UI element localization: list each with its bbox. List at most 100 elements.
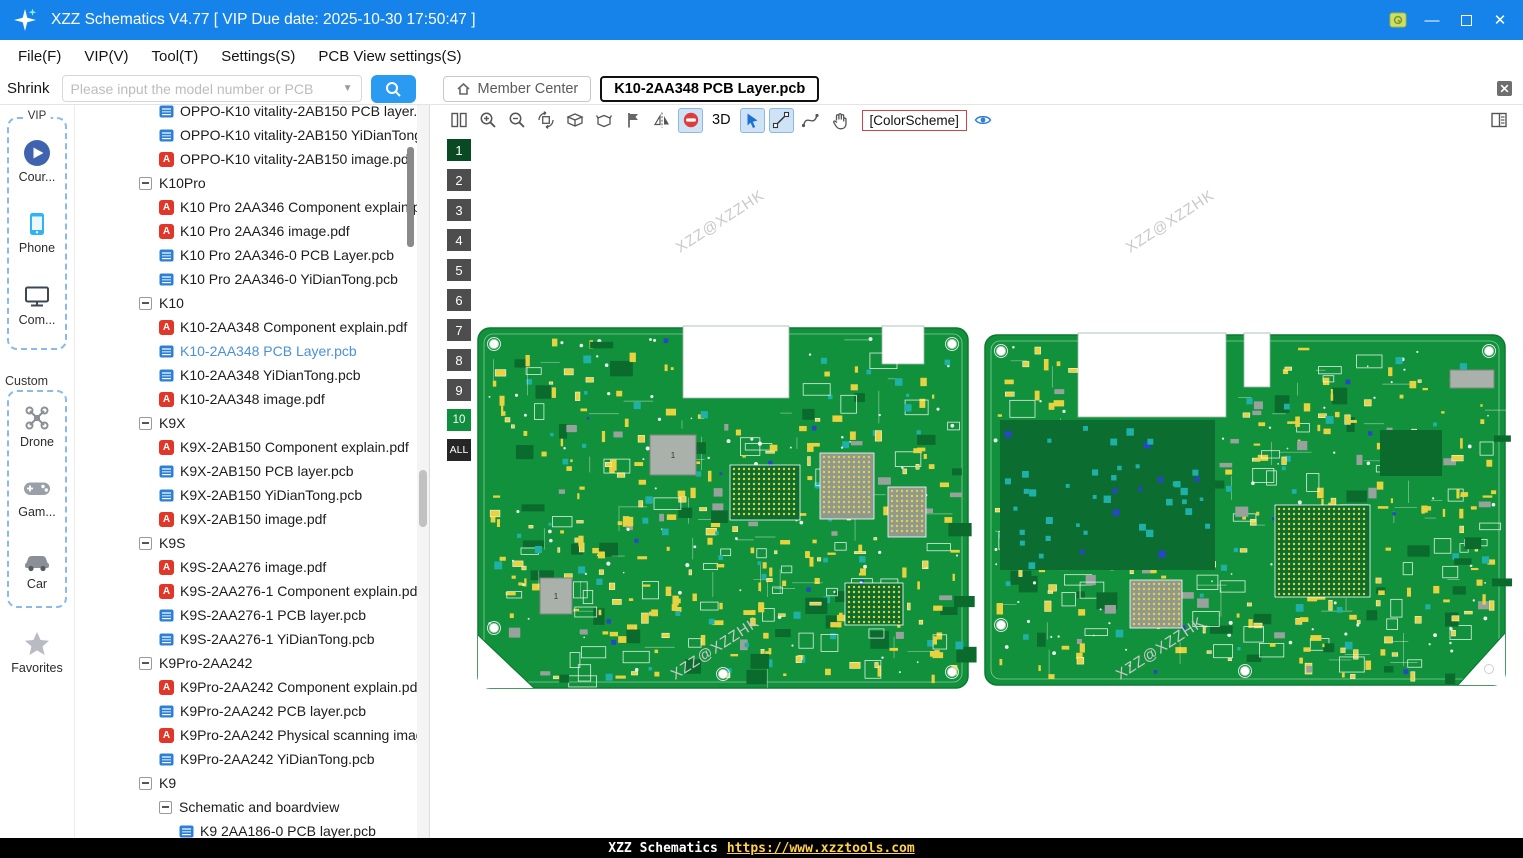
tree-file[interactable]: A K9Pro-2AA242 Component explain.pdf — [75, 675, 429, 699]
minimize-button[interactable]: — — [1415, 5, 1449, 35]
member-center-tab[interactable]: Member Center — [442, 75, 592, 102]
menu-item-vip[interactable]: VIP(V) — [84, 48, 128, 65]
pan-hand-icon[interactable] — [827, 108, 852, 133]
search-button[interactable] — [370, 74, 416, 103]
rail-item-drone[interactable]: Drone — [0, 403, 74, 449]
menu-item-tool[interactable]: Tool(T) — [152, 48, 199, 65]
layer-button-8[interactable]: 8 — [447, 349, 471, 371]
layer-button-4[interactable]: 4 — [447, 229, 471, 251]
shrink-button[interactable]: Shrink — [7, 80, 50, 97]
tree-item-label: K10-2AA348 image.pdf — [180, 391, 325, 407]
rail-item-phone[interactable]: Phone — [0, 209, 74, 255]
collapse-toggle-icon[interactable] — [139, 416, 152, 430]
layer-button-6[interactable]: 6 — [447, 289, 471, 311]
tree-file[interactable]: A K10 Pro 2AA346 Component explain.pdf — [75, 195, 429, 219]
menu-item-settings[interactable]: Settings(S) — [221, 48, 295, 65]
export-box-icon[interactable] — [562, 108, 587, 133]
tree-scrollbar-thumb[interactable] — [419, 470, 427, 527]
tree-folder[interactable]: K9 — [75, 771, 429, 795]
layer-button-7[interactable]: 7 — [447, 319, 471, 341]
tree-folder[interactable]: K10Pro — [75, 171, 429, 195]
curve-icon[interactable] — [798, 108, 823, 133]
tree-file[interactable]: A K9S-2AA276 image.pdf — [75, 555, 429, 579]
tree-file[interactable]: A OPPO-K10 vitality-2AB150 image.pdf — [75, 147, 429, 171]
collapse-toggle-icon[interactable] — [139, 776, 152, 790]
tree-file[interactable]: K10 Pro 2AA346-0 YiDianTong.pcb — [75, 267, 429, 291]
tree-file[interactable]: K10-2AA348 PCB Layer.pcb — [75, 339, 429, 363]
color-filter-icon[interactable] — [678, 107, 703, 133]
chevron-down-icon[interactable]: ▼ — [343, 83, 353, 94]
zoom-out-icon[interactable] — [504, 108, 529, 133]
collapse-toggle-icon[interactable] — [139, 656, 152, 670]
menu-item-pcb-view-settings[interactable]: PCB View settings(S) — [318, 48, 461, 65]
colorscheme-button[interactable]: [ColorScheme] — [861, 109, 967, 131]
collapse-toggle-icon[interactable] — [139, 536, 152, 550]
pcb-board-view[interactable]: 11XZZ@XZZHK XZZ@XZZHKXZZ@XZZHK XZZ@XZZHK — [430, 135, 1523, 838]
visibility-eye-icon[interactable] — [971, 108, 996, 133]
rail-item-computer[interactable]: Com... — [0, 281, 74, 327]
layer-panel-icon[interactable] — [1486, 108, 1511, 133]
threed-button[interactable]: 3D — [707, 112, 736, 128]
tree-file[interactable]: OPPO-K10 vitality-2AB150 PCB layer.pcb — [75, 105, 429, 123]
rail-item-favorites[interactable]: Favorites — [0, 629, 74, 675]
lock-icon[interactable] — [1381, 5, 1415, 35]
tree-folder[interactable]: K9Pro-2AA242 — [75, 651, 429, 675]
search-input[interactable] — [70, 80, 339, 97]
tree-scrollbar[interactable] — [417, 105, 429, 838]
tree-file[interactable]: A K9X-2AB150 Component explain.pdf — [75, 435, 429, 459]
collapse-toggle-icon[interactable] — [139, 176, 152, 190]
pages-layout-icon[interactable] — [446, 108, 471, 133]
tree-folder[interactable]: Schematic and boardview — [75, 795, 429, 819]
layer-button-1[interactable]: 1 — [447, 139, 471, 161]
layer-button-10[interactable]: 10 — [447, 409, 471, 431]
measure-line-icon[interactable] — [768, 107, 794, 133]
collapse-toggle-icon[interactable] — [159, 800, 172, 814]
flip-horizontal-icon[interactable] — [649, 108, 674, 133]
tree-file[interactable]: K9X-2AB150 PCB layer.pcb — [75, 459, 429, 483]
select-arrow-icon[interactable] — [739, 107, 765, 133]
pdf-file-icon: A — [159, 319, 174, 335]
open-box-icon[interactable] — [591, 108, 616, 133]
tree-file[interactable]: K10 Pro 2AA346-0 PCB Layer.pcb — [75, 243, 429, 267]
close-file-icon[interactable] — [1496, 80, 1513, 97]
rail-item-game[interactable]: Gam... — [0, 473, 74, 519]
layer-button-9[interactable]: 9 — [447, 379, 471, 401]
flag-icon[interactable] — [620, 108, 645, 133]
tree-file[interactable]: K10-2AA348 YiDianTong.pcb — [75, 363, 429, 387]
maximize-button[interactable] — [1449, 5, 1483, 35]
tree-file[interactable]: A K9X-2AB150 image.pdf — [75, 507, 429, 531]
model-search-box[interactable]: ▼ — [61, 75, 362, 102]
computer-icon — [25, 286, 49, 307]
tree-folder[interactable]: K9S — [75, 531, 429, 555]
collapse-toggle-icon[interactable] — [139, 296, 152, 310]
tab-active-pcb[interactable]: K10-2AA348 PCB Layer.pcb — [600, 75, 820, 102]
close-button[interactable]: ✕ — [1483, 5, 1517, 35]
rail-item-car[interactable]: Car — [0, 545, 74, 591]
tree-file[interactable]: A K9S-2AA276-1 Component explain.pdf — [75, 579, 429, 603]
tree-file[interactable]: K9S-2AA276-1 PCB layer.pcb — [75, 603, 429, 627]
tree-file[interactable]: K9 2AA186-0 PCB layer.pcb — [75, 819, 429, 838]
phone-icon — [30, 213, 44, 235]
menu-item-file[interactable]: File(F) — [18, 48, 61, 65]
layer-button-all[interactable]: ALL — [447, 439, 471, 461]
tree-file[interactable]: A K10 Pro 2AA346 image.pdf — [75, 219, 429, 243]
tree-file[interactable]: A K10-2AA348 Component explain.pdf — [75, 315, 429, 339]
website-link[interactable]: https://www.xzztools.com — [727, 841, 915, 856]
layer-button-5[interactable]: 5 — [447, 259, 471, 281]
tree-file[interactable]: K9Pro-2AA242 PCB layer.pcb — [75, 699, 429, 723]
tree-folder[interactable]: K9X — [75, 411, 429, 435]
tree-file[interactable]: K9S-2AA276-1 YiDianTong.pcb — [75, 627, 429, 651]
inner-scrollbar-thumb[interactable] — [407, 147, 414, 247]
layer-button-3[interactable]: 3 — [447, 199, 471, 221]
pcb-canvas-area[interactable]: 1 2 3 4 5 6 7 8 9 10 ALL 1 1 XZZ@XZZHK XZZ@XZZHK XZZ@X… — [430, 135, 1523, 838]
tree-folder[interactable]: K10 — [75, 291, 429, 315]
tree-file[interactable]: A K9Pro-2AA242 Physical scanning image.pd… — [75, 723, 429, 747]
tree-file[interactable]: A K10-2AA348 image.pdf — [75, 387, 429, 411]
refresh-icon[interactable] — [533, 108, 558, 133]
tree-file[interactable]: OPPO-K10 vitality-2AB150 YiDianTong.pcb — [75, 123, 429, 147]
tree-file[interactable]: K9X-2AB150 YiDianTong.pcb — [75, 483, 429, 507]
rail-item-course[interactable]: Cour... — [0, 138, 74, 184]
layer-button-2[interactable]: 2 — [447, 169, 471, 191]
tree-file[interactable]: K9Pro-2AA242 YiDianTong.pcb — [75, 747, 429, 771]
zoom-in-icon[interactable] — [475, 108, 500, 133]
